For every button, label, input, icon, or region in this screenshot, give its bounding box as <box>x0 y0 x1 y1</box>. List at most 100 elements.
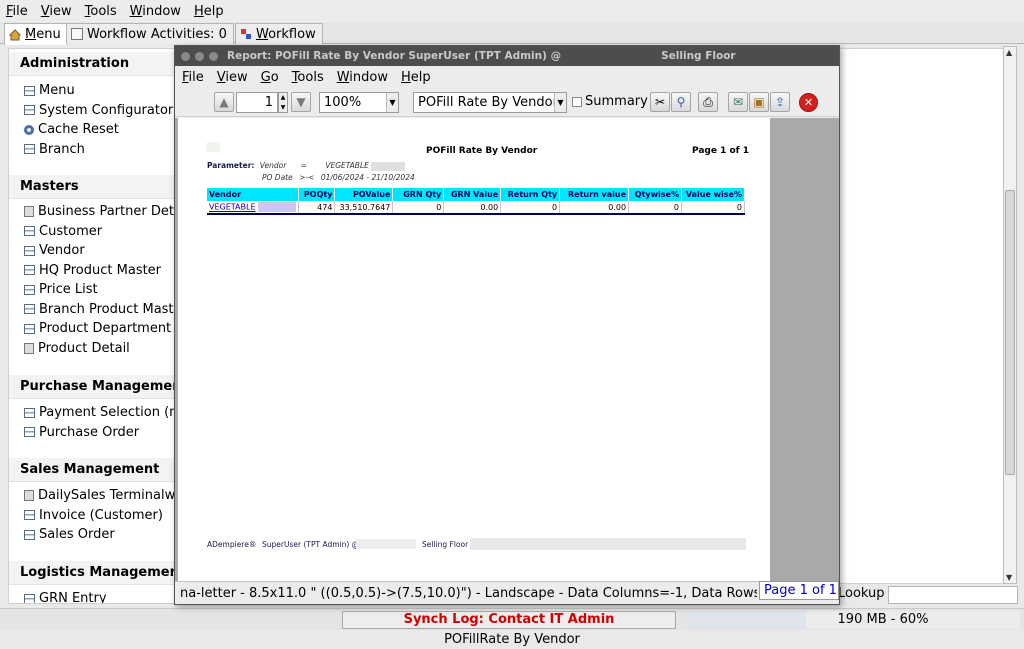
nav-item-invoice-customer[interactable]: Invoice (Customer) <box>9 506 177 526</box>
nav-item-hq-product-master[interactable]: HQ Product Master <box>9 261 177 281</box>
nav-item-label: Purchase Order <box>39 424 140 440</box>
menu-help[interactable]: Help <box>194 4 224 19</box>
report-menu-go[interactable]: Go <box>261 70 279 85</box>
nav-item-label: Price List <box>39 282 98 297</box>
nav-item-menu[interactable]: Menu <box>9 81 177 101</box>
report-menu-tools[interactable]: Tools <box>292 70 324 85</box>
column-header[interactable]: Return Qty <box>500 188 561 201</box>
page-spinner[interactable]: ▲ ▼ <box>278 92 288 113</box>
tab-bar: Menu Workflow Activities: 0 Workflow <box>0 22 1024 45</box>
menu-view[interactable]: View <box>41 4 72 19</box>
scroll-up-icon[interactable]: ▲ <box>1006 48 1012 57</box>
table-cell: 0 <box>392 201 445 214</box>
tab-menu[interactable]: Menu <box>4 23 68 45</box>
column-header[interactable]: POValue <box>334 188 394 201</box>
nav-item-customer[interactable]: Customer <box>9 222 177 242</box>
param-value: 01/06/2024 - 21/10/2024 <box>320 173 415 182</box>
nav-item-vendor[interactable]: Vendor <box>9 241 177 261</box>
printer-icon: ⎙ <box>703 94 713 109</box>
maximize-window-icon[interactable] <box>209 51 218 61</box>
vendor-link[interactable]: VEGETABLE <box>209 203 256 212</box>
menu-file[interactable]: File <box>6 4 28 19</box>
vendor-cell[interactable]: VEGETABLE <box>207 201 300 214</box>
nav-item-label: System Configurator <box>39 102 174 118</box>
nav-item-price-list[interactable]: Price List <box>9 280 177 300</box>
nav-item-grn-entry[interactable]: GRN Entry <box>9 589 177 603</box>
nav-item-product-detail[interactable]: Product Detail <box>9 339 177 359</box>
nav-item-branch[interactable]: Branch <box>9 140 177 160</box>
nav-item-system-configurator[interactable]: System Configurator <box>9 101 177 121</box>
close-icon: ✕ <box>803 96 814 109</box>
column-header[interactable]: Value wise% <box>681 188 746 201</box>
nav-item-label: Menu <box>39 83 75 98</box>
report-status-text: na-letter - 8.5x11.0 " ((0.5,0.5)->(7.5,… <box>180 585 757 601</box>
zoom-select[interactable]: 100% ▼ <box>319 92 399 113</box>
nav-item-business-partner[interactable]: Business Partner Deta <box>9 202 177 222</box>
lookup-input[interactable] <box>888 586 1018 604</box>
customize-report-button[interactable]: ✂ <box>650 92 670 112</box>
main-menubar: File View Tools Window Help <box>0 0 1024 22</box>
nav-item-label: Product Detail <box>38 340 130 356</box>
window-icon <box>24 206 34 218</box>
nav-item-purchase-order[interactable]: Purchase Order <box>9 423 177 443</box>
footer-app-name: ADempiere® <box>207 540 257 549</box>
report-view-select[interactable]: POFill Rate By Vendor ▼ <box>413 92 567 113</box>
nav-item-label: Cache Reset <box>38 122 119 137</box>
report-page: POFill Rate By Vendor Page 1 of 1 Parame… <box>178 118 770 581</box>
page-number-field[interactable]: 1 <box>236 92 278 113</box>
report-menu-view[interactable]: View <box>217 70 248 85</box>
column-header[interactable]: GRN Value <box>443 188 502 201</box>
redacted-value <box>470 538 746 550</box>
column-header[interactable]: Qtywise% <box>628 188 682 201</box>
redacted-value <box>257 202 296 212</box>
tab-workflow[interactable]: Workflow <box>235 23 323 44</box>
scroll-down-icon[interactable]: ▼ <box>1006 573 1012 582</box>
nav-item-product-department[interactable]: Product Department <box>9 319 177 339</box>
report-title: POFill Rate By Vendor <box>426 146 538 156</box>
window-footer-title: POFillRate By Vendor <box>0 631 1024 649</box>
menu-window[interactable]: Window <box>130 4 181 19</box>
report-window-title: Report: POFill Rate By Vendor SuperUser … <box>227 50 562 62</box>
export-button[interactable]: ⇪ <box>770 92 790 112</box>
report-menu-file[interactable]: File <box>182 70 204 85</box>
nav-item-dailysales[interactable]: DailySales Terminalw <box>9 486 177 506</box>
synch-log-button[interactable]: Synch Log: Contact IT Admin <box>342 611 676 629</box>
column-header[interactable]: Vendor <box>207 188 300 201</box>
table-cell: 0.00 <box>559 201 630 214</box>
table-cell: 0.00 <box>443 201 502 214</box>
previous-page-button[interactable]: ▲ <box>214 92 234 112</box>
find-button[interactable]: ⚲ <box>671 92 691 112</box>
report-menu-help[interactable]: Help <box>401 70 431 85</box>
vertical-scrollbar[interactable]: ▲ ▼ <box>1003 46 1017 584</box>
minimize-window-icon[interactable] <box>195 51 204 61</box>
nav-item-sales-order[interactable]: Sales Order <box>9 525 177 545</box>
scrollbar-thumb[interactable] <box>1005 190 1015 475</box>
menu-tools[interactable]: Tools <box>85 4 117 19</box>
column-header[interactable]: POQty <box>298 188 336 201</box>
navigation-panel: Administration Menu System Configurator … <box>8 48 178 604</box>
column-header[interactable]: Return value <box>559 188 630 201</box>
summary-checkbox[interactable] <box>572 97 582 107</box>
report-canvas: POFill Rate By Vendor Page 1 of 1 Parame… <box>175 118 839 581</box>
nav-item-branch-product-master[interactable]: Branch Product Maste <box>9 300 177 320</box>
document-icon <box>24 85 35 96</box>
print-button[interactable]: ⎙ <box>698 92 718 112</box>
table-cell: 0 <box>681 201 746 214</box>
close-window-icon[interactable] <box>181 51 190 61</box>
next-page-button[interactable]: ▼ <box>291 92 311 112</box>
archive-button[interactable]: ▣ <box>749 92 769 112</box>
nav-item-cache-reset[interactable]: Cache Reset <box>9 120 177 140</box>
param-operator: >-< <box>299 173 315 182</box>
report-menu-window[interactable]: Window <box>337 70 388 85</box>
archive-icon: ▣ <box>753 95 765 109</box>
tab-workflow-activities[interactable]: Workflow Activities: 0 <box>66 23 234 44</box>
nav-item-payment-selection[interactable]: Payment Selection (m <box>9 403 177 423</box>
close-report-button[interactable]: ✕ <box>799 93 818 112</box>
report-status-bar: na-letter - 8.5x11.0 " ((0.5,0.5)->(7.5,… <box>175 581 839 604</box>
report-window-titlebar[interactable]: Report: POFill Rate By Vendor SuperUser … <box>175 46 839 66</box>
company-logo <box>206 142 220 152</box>
table-cell: 0 <box>628 201 682 214</box>
send-mail-button[interactable]: ✉ <box>728 92 748 112</box>
zoom-value: 100% <box>324 95 362 110</box>
column-header[interactable]: GRN Qty <box>392 188 445 201</box>
